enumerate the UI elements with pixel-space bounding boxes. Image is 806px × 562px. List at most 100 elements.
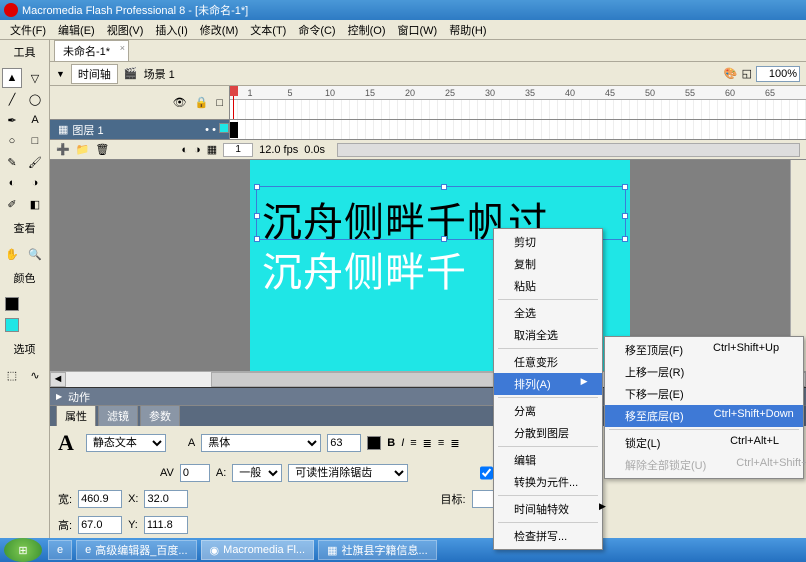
autokern-checkbox[interactable] bbox=[480, 464, 493, 482]
oval-tool[interactable]: ○ bbox=[2, 131, 22, 151]
line-tool[interactable]: ╱ bbox=[2, 89, 22, 109]
pencil-tool[interactable]: ✎ bbox=[2, 152, 22, 172]
taskbar-item[interactable]: ◉Macromedia Fl... bbox=[201, 540, 315, 560]
menu-item[interactable]: 窗口(W) bbox=[392, 22, 444, 38]
text-tool[interactable]: A bbox=[25, 110, 45, 130]
menu-item[interactable]: 检查拼写... bbox=[494, 525, 602, 547]
chevron-down-icon[interactable]: ▼ bbox=[56, 69, 65, 79]
letter-spacing[interactable] bbox=[180, 464, 210, 482]
x-input[interactable] bbox=[144, 490, 188, 508]
layer-row[interactable]: ▦ 图层 1 • • bbox=[50, 120, 806, 140]
brush-tool[interactable]: 🖌 bbox=[25, 152, 45, 172]
eye-icon[interactable]: 👁 bbox=[173, 96, 187, 109]
bucket-tool[interactable]: ◑ bbox=[25, 173, 45, 193]
taskbar-item[interactable]: ▦社旗县字籍信息... bbox=[318, 540, 437, 560]
props-tab[interactable]: 属性 bbox=[56, 405, 96, 426]
menu-item[interactable]: 移至底层(B)Ctrl+Shift+Down bbox=[605, 405, 803, 427]
add-folder-icon[interactable]: 📁 bbox=[76, 143, 90, 156]
snap-option[interactable]: ⬚ bbox=[2, 365, 22, 385]
start-button[interactable]: ⊞ bbox=[4, 538, 42, 562]
selection-tool[interactable]: ▲ bbox=[2, 68, 22, 88]
y-input[interactable] bbox=[144, 516, 188, 534]
zoom-tool[interactable]: 🔍 bbox=[25, 244, 45, 264]
text-type-select[interactable]: 静态文本 bbox=[86, 434, 166, 452]
ink-tool[interactable]: ◐ bbox=[2, 173, 22, 193]
text-color[interactable] bbox=[367, 436, 381, 450]
doc-tab[interactable]: 未命名-1* × bbox=[54, 40, 129, 61]
menu-item[interactable]: 复制 bbox=[494, 253, 602, 275]
menu-item[interactable]: 移至顶层(F)Ctrl+Shift+Up bbox=[605, 339, 803, 361]
antialias-select[interactable]: 可读性消除锯齿 bbox=[288, 464, 408, 482]
menu-item[interactable]: 分离 bbox=[494, 400, 602, 422]
fit-icon[interactable]: ◱ bbox=[742, 67, 752, 80]
no-stroke[interactable] bbox=[25, 294, 45, 314]
timeline-button[interactable]: 时间轴 bbox=[71, 64, 118, 84]
rect-tool[interactable]: □ bbox=[25, 131, 45, 151]
delete-layer-icon[interactable]: 🗑 bbox=[95, 143, 109, 156]
keyframe[interactable] bbox=[230, 122, 238, 138]
menu-item[interactable]: 控制(O) bbox=[342, 22, 392, 38]
menu-item[interactable]: 任意变形 bbox=[494, 351, 602, 373]
align-justify-icon[interactable]: ≣ bbox=[450, 437, 459, 450]
width-input[interactable] bbox=[78, 490, 122, 508]
align-right-icon[interactable]: ≡ bbox=[438, 437, 444, 449]
pen-tool[interactable]: ✒ bbox=[2, 110, 22, 130]
height-input[interactable] bbox=[78, 516, 122, 534]
lasso-tool[interactable]: ◯ bbox=[25, 89, 45, 109]
italic-button[interactable]: I bbox=[401, 437, 404, 449]
align-center-icon[interactable]: ≣ bbox=[423, 437, 432, 450]
menu-item[interactable]: 命令(C) bbox=[292, 22, 341, 38]
menu-item[interactable]: 解除全部锁定(U)Ctrl+Alt+Shift+L bbox=[605, 454, 803, 476]
swap-color[interactable] bbox=[25, 315, 45, 335]
font-select[interactable]: 黑体 bbox=[201, 434, 321, 452]
onion3-icon[interactable]: ▦ bbox=[207, 143, 217, 156]
lock-icon[interactable]: 🔒 bbox=[195, 96, 209, 109]
fill-color[interactable] bbox=[2, 315, 22, 335]
menu-item[interactable]: 转换为元件... bbox=[494, 471, 602, 493]
hand-tool[interactable]: ✋ bbox=[2, 244, 22, 264]
menu-item[interactable]: 粘贴 bbox=[494, 275, 602, 297]
menu-item[interactable]: 帮助(H) bbox=[443, 22, 492, 38]
onion-icon[interactable]: ◐ bbox=[181, 144, 188, 156]
menu-item[interactable]: 修改(M) bbox=[194, 22, 245, 38]
menu-item[interactable]: 取消全选 bbox=[494, 324, 602, 346]
menu-item[interactable]: 文件(F) bbox=[4, 22, 52, 38]
position-select[interactable]: 一般 bbox=[232, 464, 282, 482]
menu-item[interactable]: 剪切 bbox=[494, 231, 602, 253]
outline-icon[interactable]: □ bbox=[216, 97, 223, 109]
dropper-tool[interactable]: ✐ bbox=[2, 194, 22, 214]
stroke-color[interactable] bbox=[2, 294, 22, 314]
menu-item[interactable]: 编辑(E) bbox=[52, 22, 101, 38]
menu-item[interactable]: 排列(A)▶ bbox=[494, 373, 602, 395]
menu-item[interactable]: 编辑 bbox=[494, 449, 602, 471]
zoom-input[interactable] bbox=[756, 66, 800, 82]
menu-item[interactable]: 视图(V) bbox=[101, 22, 150, 38]
menu-item[interactable]: 锁定(L)Ctrl+Alt+L bbox=[605, 432, 803, 454]
menu-item[interactable]: 分散到图层 bbox=[494, 422, 602, 444]
add-layer-icon[interactable]: ➕ bbox=[56, 143, 70, 156]
props-tab[interactable]: 滤镜 bbox=[98, 405, 138, 426]
subselection-tool[interactable]: ▽ bbox=[25, 68, 45, 88]
menu-item[interactable]: 文本(T) bbox=[244, 22, 292, 38]
menu-item[interactable]: 上移一层(R) bbox=[605, 361, 803, 383]
smooth-option[interactable]: ∿ bbox=[25, 365, 45, 385]
menu-item[interactable]: 插入(I) bbox=[149, 22, 193, 38]
timeline-scrollbar[interactable] bbox=[337, 143, 800, 157]
bold-button[interactable]: B bbox=[387, 437, 395, 449]
workspace-icon[interactable]: 🎨 bbox=[724, 67, 738, 80]
close-icon[interactable]: × bbox=[120, 43, 125, 53]
menu-item[interactable]: 下移一层(E) bbox=[605, 383, 803, 405]
eraser-tool[interactable]: ◧ bbox=[25, 194, 45, 214]
props-tab[interactable]: 参数 bbox=[140, 405, 180, 426]
frame-ruler[interactable]: 15101520253035404550556065 bbox=[230, 86, 806, 100]
stage-text-white[interactable]: 沉舟侧畔千 bbox=[262, 240, 467, 298]
layer-name[interactable]: ▦ 图层 1 • • bbox=[50, 120, 230, 139]
font-size[interactable] bbox=[327, 434, 361, 452]
onion2-icon[interactable]: ◑ bbox=[194, 144, 201, 156]
current-frame[interactable] bbox=[223, 143, 253, 157]
playhead[interactable] bbox=[233, 86, 234, 119]
taskbar-ie[interactable]: e bbox=[48, 540, 72, 560]
align-left-icon[interactable]: ≡ bbox=[410, 437, 416, 449]
menu-item[interactable]: 时间轴特效▶ bbox=[494, 498, 602, 520]
taskbar-item[interactable]: e高级编辑器_百度... bbox=[76, 540, 196, 560]
